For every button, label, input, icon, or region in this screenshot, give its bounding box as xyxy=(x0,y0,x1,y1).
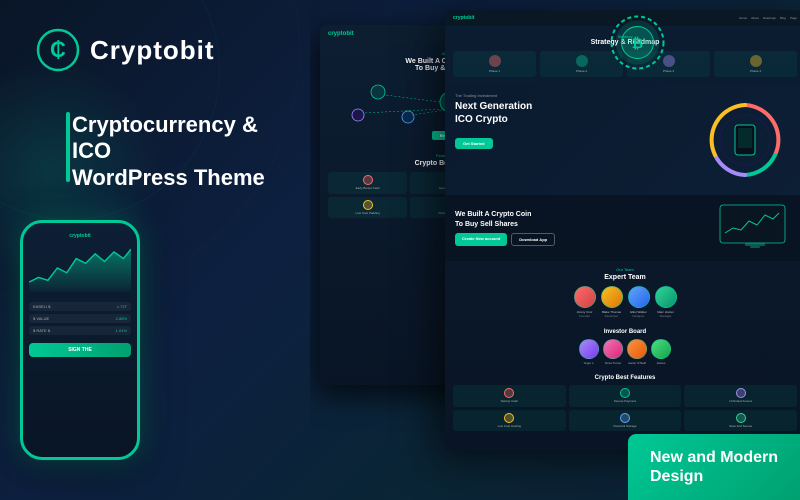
brand-name: Cryptobit xyxy=(90,35,215,66)
sc-team-member: Elliot Walker Designer xyxy=(628,286,650,318)
sc-feature-item: Early Bonus Cash xyxy=(328,172,407,194)
sc-create-account-btn[interactable]: Create New account xyxy=(455,233,507,246)
sc-investor-section: Investor Board Yegor L. Nova Turner Aaro… xyxy=(445,324,800,370)
sc-feature-item: Startup Cash xyxy=(453,385,566,407)
svg-text:₵: ₵ xyxy=(50,37,66,62)
left-panel: ₵ Cryptobit Cryptocurrency & ICO WordPre… xyxy=(0,0,310,500)
sc-team-member: Jimmy Cruz Founder xyxy=(574,286,596,318)
badge-line2: Design xyxy=(650,467,778,486)
sc-hero-cta[interactable]: Get Started xyxy=(455,138,493,149)
sc-features-right-section: Crypto Best Features Startup Cash Secure… xyxy=(445,370,800,436)
tagline-line2: WordPress Theme xyxy=(72,165,280,191)
tagline-accent-bar xyxy=(66,112,70,182)
screenshot-main-page: cryptobit Home About Roadmap Blog Page S… xyxy=(445,10,800,450)
phone-chart xyxy=(29,243,131,293)
sc-investor-item: Yegor L. xyxy=(579,339,599,365)
sc-step-item: Phase 1 xyxy=(453,51,536,77)
sc-team-section: Our Team Expert Team Jimmy Cruz Founder … xyxy=(445,261,800,324)
sc-hero-visual xyxy=(695,95,795,185)
phone-data-rows: EASELI $ 1.72T $ VALUE 2.88% $ RATE $ 1.… xyxy=(29,302,131,335)
sc-team-member: Blake Thomas Developer xyxy=(601,286,623,318)
sc-mid-logo: cryptobit xyxy=(328,31,354,37)
svg-text:₿: ₿ xyxy=(632,35,643,51)
tagline-line1: Cryptocurrency & ICO xyxy=(72,112,280,165)
sc-feature-item: Unlimited Access xyxy=(684,385,797,407)
new-modern-badge: New and Modern Design xyxy=(628,434,800,500)
sc-feature-item: Save And Secure xyxy=(684,410,797,432)
sc-download-btn[interactable]: Download App xyxy=(511,233,555,246)
logo-icon: ₵ xyxy=(36,28,80,72)
right-panel: ₿ cryptobit About Roadmap Blog Page ICO … xyxy=(310,0,800,500)
sc-monitor-visual xyxy=(715,203,795,253)
phone-mockup: cryptobit xyxy=(20,220,150,480)
phone-brand: cryptobit xyxy=(29,233,131,239)
sc-team-member: Marc Hunter Manager xyxy=(655,286,677,318)
sc-investor-item: Nova Turner xyxy=(603,339,623,365)
logo-area: ₵ Cryptobit xyxy=(36,28,280,72)
badge-line1: New and Modern xyxy=(650,448,778,467)
sc-feature-item: Powerful Storage xyxy=(569,410,682,432)
sc-feature-item: Low Cost Hosting xyxy=(453,410,566,432)
tagline: Cryptocurrency & ICO WordPress Theme xyxy=(36,112,280,191)
sc-feature-item: Secure Payment xyxy=(569,385,682,407)
bitcoin-coin-icon: ₿ xyxy=(610,15,665,70)
sc-step-item: Phase 4 xyxy=(714,51,797,77)
sc-investor-item: James xyxy=(651,339,671,365)
phone-cta-button[interactable]: SIGN THE xyxy=(29,343,131,357)
sc-feature-item: Low Cost Padding xyxy=(328,197,407,219)
sc-investor-item: Aaron O'Neill xyxy=(627,339,647,365)
sc-built-section: We Built A Crypto CoinTo Buy Sell Shares… xyxy=(445,195,800,261)
sc-main-hero-section: The Trading Investment Next GenerationIC… xyxy=(445,85,800,195)
